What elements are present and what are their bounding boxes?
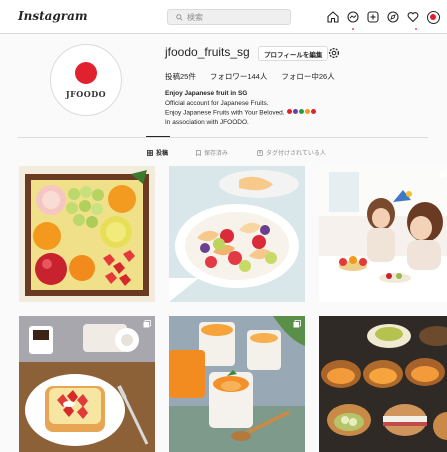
following-count[interactable]: フォロー中26人 — [281, 71, 334, 82]
search-placeholder: 検索 — [187, 12, 203, 22]
followers-count[interactable]: フォロワー144人 — [210, 71, 268, 82]
home-icon[interactable] — [326, 10, 340, 24]
heart-emojis — [286, 108, 317, 118]
edit-profile-button[interactable]: プロフィールを編集 — [258, 46, 329, 61]
messenger-icon[interactable] — [346, 10, 360, 24]
activity-heart-icon[interactable] — [406, 10, 420, 24]
post-dorayaki-desserts[interactable] — [319, 316, 447, 452]
explore-icon[interactable] — [386, 10, 400, 24]
post-fruit-gift-box[interactable] — [19, 166, 155, 302]
bio-line: Enjoy Japanese Fruits with Your Beloved. — [165, 108, 365, 118]
bio-line: Official account for Japanese Fruits. — [165, 99, 269, 107]
search-icon — [176, 13, 183, 21]
avatar-brand-text: JFOODO — [65, 89, 107, 99]
post-fruit-salad-plate[interactable] — [169, 166, 305, 302]
profile-avatar[interactable]: JFOODO — [50, 44, 122, 116]
profile-avatar-icon[interactable] — [426, 10, 440, 24]
profile-bio: Enjoy Japanese fruit in SG Official acco… — [165, 89, 365, 127]
top-navigation-bar: Instagram 検索 — [0, 0, 447, 34]
tab-tagged[interactable]: タグ付けされている人 — [257, 148, 326, 157]
multiple-images-icon — [293, 320, 301, 328]
bio-name: Enjoy Japanese fruit in SG — [165, 90, 248, 97]
tab-saved-label: 保存済み — [204, 151, 229, 157]
active-tab-indicator — [146, 136, 170, 137]
instagram-logo[interactable]: Instagram — [18, 9, 88, 23]
multiple-images-icon — [143, 320, 151, 328]
tab-posts-label: 投稿 — [156, 151, 169, 157]
tab-saved[interactable]: 保存済み — [196, 148, 228, 157]
notification-dot — [415, 28, 417, 30]
bio-line: In association with JFOODO. — [165, 118, 249, 126]
bookmark-icon — [196, 149, 201, 156]
post-strawberry-toast[interactable] — [19, 316, 155, 452]
profile-username: jfoodo_fruits_sg — [165, 45, 250, 59]
new-post-icon[interactable] — [366, 10, 380, 24]
tabs-divider — [18, 137, 428, 138]
search-input[interactable]: 検索 — [167, 9, 291, 25]
multiple-images-icon — [439, 170, 447, 178]
grid-icon — [147, 149, 153, 156]
post-family-birthday-party[interactable] — [319, 166, 447, 302]
tagged-icon — [257, 149, 263, 156]
settings-gear-icon[interactable] — [328, 46, 340, 64]
logo-red-circle — [75, 62, 97, 84]
notification-dot — [352, 28, 354, 30]
tab-posts[interactable]: 投稿 — [147, 148, 168, 157]
nav-icons — [326, 10, 440, 24]
post-peach-jelly-cups[interactable] — [169, 316, 305, 452]
tab-tagged-label: タグ付けされている人 — [266, 151, 326, 157]
profile-stats: 投稿25件 フォロワー144人 フォロー中26人 — [165, 71, 349, 82]
posts-count: 投稿25件 — [165, 72, 196, 81]
